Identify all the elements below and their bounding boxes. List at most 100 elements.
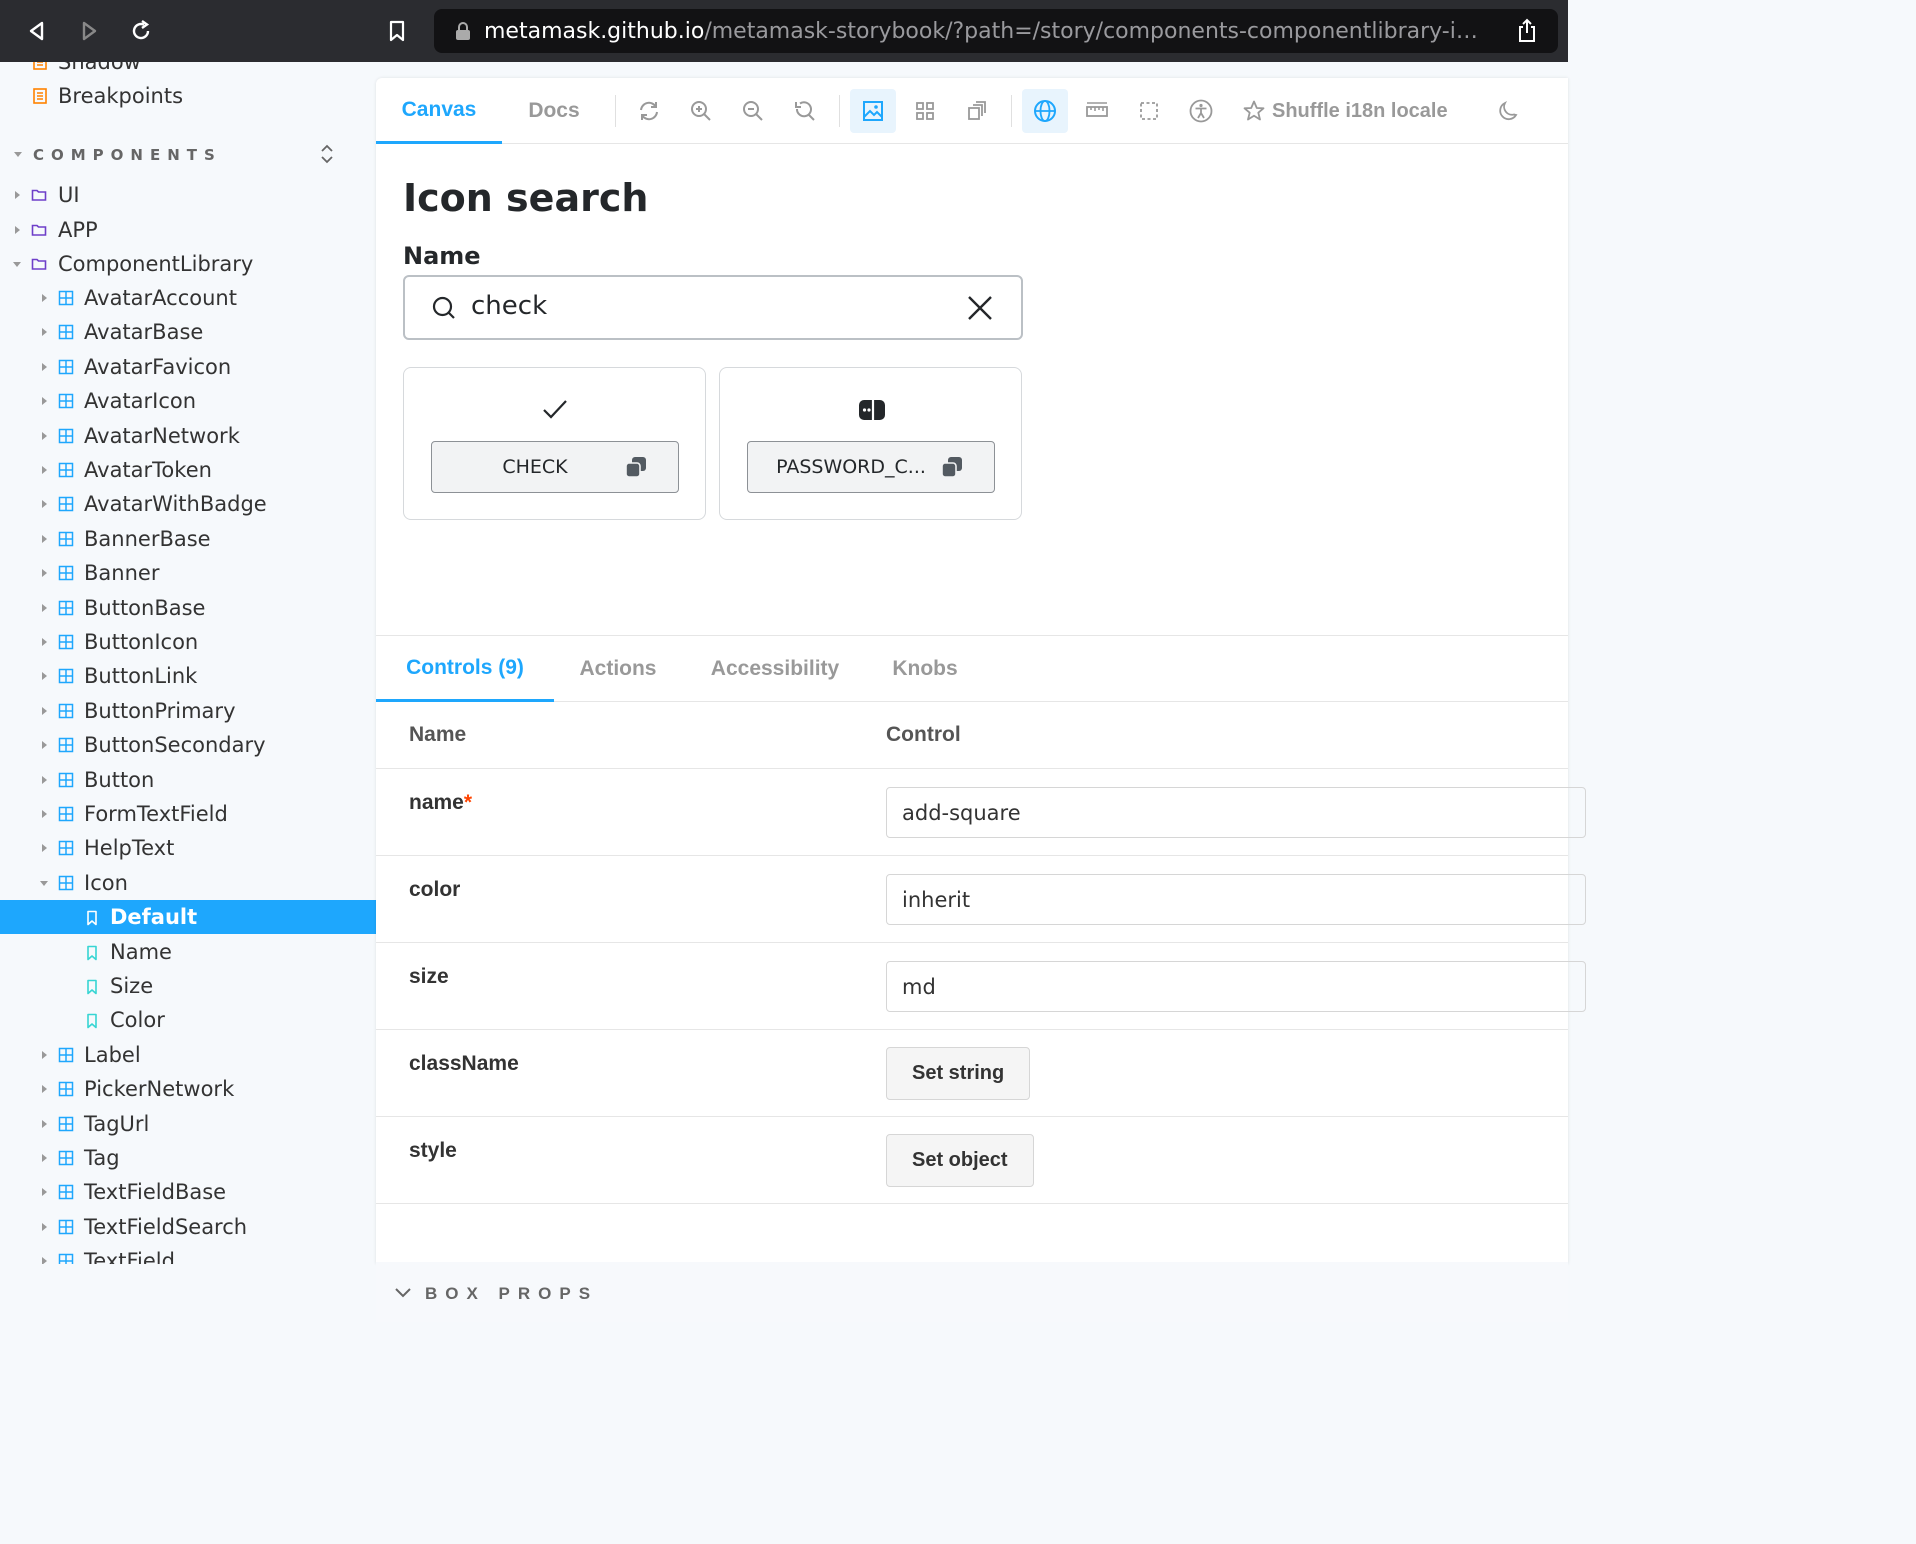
sidebar-item-button[interactable]: Button [0, 763, 376, 797]
set-object-button[interactable]: Set object [886, 1134, 1034, 1187]
storybook-toolbar: Canvas Docs Shuffle i18n locale [376, 78, 1568, 144]
sidebar-item-label: Banner [84, 561, 160, 585]
sidebar-story-default[interactable]: Default [0, 900, 376, 934]
sidebar-item-buttonlink[interactable]: ButtonLink [0, 659, 376, 693]
accessibility-button[interactable] [1178, 89, 1224, 133]
set-string-button[interactable]: Set string [886, 1047, 1031, 1100]
sidebar-folder-componentlibrary[interactable]: ComponentLibrary [0, 247, 376, 281]
tab-actions[interactable]: Actions [554, 636, 682, 702]
sidebar-item-avatarwithbadge[interactable]: AvatarWithBadge [0, 487, 376, 521]
close-icon[interactable] [966, 294, 994, 322]
share-icon[interactable] [1516, 18, 1538, 44]
caret-right-icon [42, 1154, 47, 1162]
sidebar-item-textfieldbase[interactable]: TextFieldBase [0, 1175, 376, 1209]
copy-icon-name-button[interactable]: PASSWORD_C... [747, 441, 995, 493]
sidebar-item-textfield[interactable]: TextField [0, 1244, 376, 1264]
sidebar-item-label: Size [110, 974, 154, 998]
caret-right-icon [42, 1223, 47, 1231]
address-bar[interactable]: metamask.github.io/metamask-storybook/?p… [434, 9, 1558, 53]
sidebar-item-formtextfield[interactable]: FormTextField [0, 797, 376, 831]
sidebar-item-pickernetwork[interactable]: PickerNetwork [0, 1072, 376, 1106]
background-button[interactable] [850, 89, 896, 133]
sidebar-item-icon[interactable]: Icon [0, 866, 376, 900]
tab-accessibility[interactable]: Accessibility [682, 636, 868, 702]
caret-down-icon [13, 262, 21, 267]
sidebar-item-label: ButtonLink [84, 664, 198, 688]
theme-toggle-button[interactable] [1485, 89, 1531, 133]
tab-canvas[interactable]: Canvas [376, 78, 502, 144]
browser-viewport-icon [968, 101, 986, 120]
zoom-in-button[interactable] [678, 89, 724, 133]
sidebar-item-avatarnetwork[interactable]: AvatarNetwork [0, 419, 376, 453]
sidebar-folder-ui[interactable]: UI [0, 178, 376, 212]
component-icon [58, 1253, 74, 1264]
name-control-input[interactable]: add-square [886, 787, 1586, 838]
sidebar-item-avataricon[interactable]: AvatarIcon [0, 384, 376, 418]
prop-name: style [409, 1139, 457, 1162]
document-icon [33, 62, 47, 70]
toolbar-divider [839, 95, 840, 127]
sidebar-item-avataraccount[interactable]: AvatarAccount [0, 281, 376, 315]
sidebar-item-avatarfavicon[interactable]: AvatarFavicon [0, 350, 376, 384]
sidebar-item-tag[interactable]: Tag [0, 1141, 376, 1175]
sidebar-folder-app[interactable]: APP [0, 213, 376, 247]
back-button[interactable] [20, 14, 54, 48]
measure-button[interactable] [1074, 89, 1120, 133]
tab-knobs[interactable]: Knobs [868, 636, 982, 702]
sidebar-item-buttonprimary[interactable]: ButtonPrimary [0, 694, 376, 728]
component-icon [58, 840, 74, 856]
sidebar-item-shadow[interactable]: Shadow [0, 62, 376, 79]
search-input[interactable]: check [403, 275, 1023, 340]
forward-button[interactable] [72, 14, 106, 48]
caret-right-icon [42, 741, 47, 749]
zoom-out-button[interactable] [730, 89, 776, 133]
icon-name-label: PASSWORD_C... [776, 456, 926, 478]
section-collapse-icon[interactable] [14, 152, 22, 157]
sidebar-item-buttonicon[interactable]: ButtonIcon [0, 625, 376, 659]
table-row: className Set string [376, 1030, 1568, 1117]
sidebar-story-name[interactable]: Name [0, 935, 376, 969]
search-icon [432, 296, 455, 319]
sidebar-item-helptext[interactable]: HelpText [0, 831, 376, 865]
column-header-name: Name [409, 723, 467, 746]
reload-button[interactable] [124, 14, 158, 48]
table-row: color inherit [376, 856, 1586, 943]
remount-button[interactable] [626, 89, 672, 133]
grid-button[interactable] [902, 89, 948, 133]
sidebar-story-color[interactable]: Color [0, 1003, 376, 1037]
tab-docs[interactable]: Docs [502, 78, 606, 144]
size-control-input[interactable]: md [886, 961, 1586, 1012]
sidebar-item-buttonsecondary[interactable]: ButtonSecondary [0, 728, 376, 762]
sidebar-item-bannerbase[interactable]: BannerBase [0, 522, 376, 556]
sidebar-item-avatarbase[interactable]: AvatarBase [0, 315, 376, 349]
expand-collapse-all-icon[interactable] [319, 144, 335, 164]
copy-icon [941, 457, 962, 478]
outline-button[interactable] [1126, 89, 1172, 133]
tab-controls[interactable]: Controls (9) [376, 636, 554, 702]
sidebar-item-tagurl[interactable]: TagUrl [0, 1107, 376, 1141]
sidebar-item-avatartoken[interactable]: AvatarToken [0, 453, 376, 487]
bookmark-button[interactable] [380, 14, 414, 48]
box-props-section[interactable]: BOX PROPS [376, 1262, 1568, 1322]
prop-name: name* [409, 791, 472, 815]
zoom-reset-button[interactable] [782, 89, 828, 133]
color-control-input[interactable]: inherit [886, 874, 1586, 925]
addons-tabs: Controls (9) Actions Accessibility Knobs [376, 636, 1568, 702]
sidebar-item-breakpoints[interactable]: Breakpoints [0, 79, 376, 113]
sidebar-item-banner[interactable]: Banner [0, 556, 376, 590]
component-icon [58, 531, 74, 547]
component-icon [58, 324, 74, 340]
controls-table-header: Name Control [376, 702, 1568, 769]
sidebar-item-buttonbase[interactable]: ButtonBase [0, 591, 376, 625]
sidebar-story-size[interactable]: Size [0, 969, 376, 1003]
shuffle-locale-button[interactable]: Shuffle i18n locale [1242, 78, 1448, 144]
sidebar-item-textfieldsearch[interactable]: TextFieldSearch [0, 1210, 376, 1244]
viewport-button[interactable] [954, 89, 1000, 133]
sidebar-item-label[interactable]: Label [0, 1038, 376, 1072]
caret-right-icon [42, 500, 47, 508]
caret-right-icon [42, 1051, 47, 1059]
zoom-out-icon [743, 101, 763, 121]
back-icon [29, 21, 44, 41]
locale-button[interactable] [1022, 89, 1068, 133]
copy-icon-name-button[interactable]: CHECK [431, 441, 679, 493]
